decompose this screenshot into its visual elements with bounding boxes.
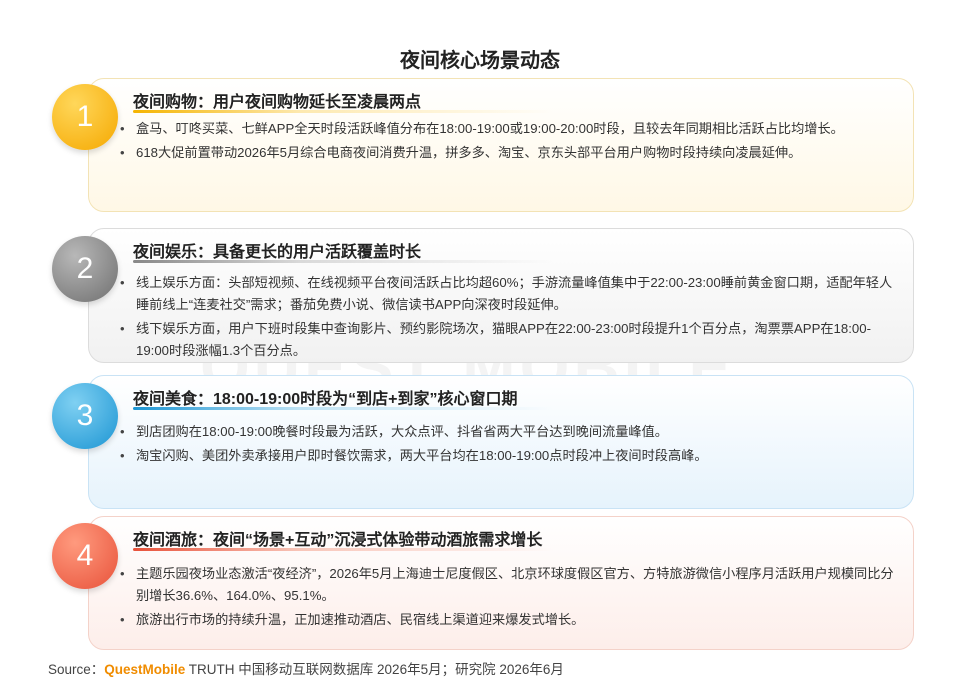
bullet-icon: • xyxy=(120,612,125,627)
card-title-night-food: 夜间美食：18:00-19:00时段为“到店+到家”核心窗口期 xyxy=(133,391,518,408)
source-label: Source： xyxy=(48,662,105,677)
bullet-text: 盒马、叮咚买菜、七鲜APP全天时段活跃峰值分布在18:00-19:00或19:0… xyxy=(136,121,844,136)
bullet-text: 主题乐园夜场业态激活“夜经济”，2026年5月上海迪士尼度假区、北京环球度假区官… xyxy=(136,566,894,603)
title-underline xyxy=(133,260,553,263)
bullet-text: 旅游出行市场的持续升温，正加速推动酒店、民宿线上渠道迎来爆发式增长。 xyxy=(136,612,585,627)
title-underline xyxy=(133,548,553,551)
bullet-list-night-entertainment: • 线上娱乐方面：头部短视频、在线视频平台夜间活跃占比均超60%；手游流量峰值集中… xyxy=(118,272,898,364)
bullet-text: 线下娱乐方面，用户下班时段集中查询影片、预约影院场次，猫眼APP在22:00-2… xyxy=(136,321,871,358)
number-badge-1: 1 xyxy=(52,84,118,150)
bullet-list-night-shopping: • 盒马、叮咚买菜、七鲜APP全天时段活跃峰值分布在18:00-19:00或19:… xyxy=(118,118,898,166)
title-underline xyxy=(133,407,553,410)
bullet-icon: • xyxy=(120,121,125,136)
list-item: • 线下娱乐方面，用户下班时段集中查询影片、预约影院场次，猫眼APP在22:00-… xyxy=(118,318,898,362)
list-item: • 线上娱乐方面：头部短视频、在线视频平台夜间活跃占比均超60%；手游流量峰值集中… xyxy=(118,272,898,316)
bullet-text: 到店团购在18:00-19:00晚餐时段最为活跃，大众点评、抖省省两大平台达到晚… xyxy=(136,424,668,439)
page-title: 夜间核心场景动态 xyxy=(400,50,560,72)
card-title-night-shopping: 夜间购物：用户夜间购物延长至凌晨两点 xyxy=(133,94,422,111)
list-item: • 主题乐园夜场业态激活“夜经济”，2026年5月上海迪士尼度假区、北京环球度假区… xyxy=(118,563,898,607)
list-item: • 淘宝闪购、美团外卖承接用户即时餐饮需求，两大平台均在18:00-19:00点时… xyxy=(118,445,898,467)
title-underline xyxy=(133,110,553,113)
card-title-night-travel: 夜间酒旅：夜间“场景+互动”沉浸式体验带动酒旅需求增长 xyxy=(133,532,543,549)
bullet-list-night-food: • 到店团购在18:00-19:00晚餐时段最为活跃，大众点评、抖省省两大平台达到… xyxy=(118,421,898,469)
list-item: • 到店团购在18:00-19:00晚餐时段最为活跃，大众点评、抖省省两大平台达到… xyxy=(118,421,898,443)
source-line: Source：QuestMobile TRUTH 中国移动互联网数据库 2026… xyxy=(48,658,564,678)
bullet-icon: • xyxy=(120,145,125,160)
source-text: TRUTH 中国移动互联网数据库 2026年5月；研究院 2026年6月 xyxy=(185,662,564,677)
bullet-text: 618大促前置带动2026年5月综合电商夜间消费升温，拼多多、淘宝、京东头部平台… xyxy=(136,145,802,160)
bullet-icon: • xyxy=(120,448,125,463)
bullet-icon: • xyxy=(120,321,125,336)
number-badge-3: 3 xyxy=(52,383,118,449)
card-title-night-entertainment: 夜间娱乐：具备更长的用户活跃覆盖时长 xyxy=(133,244,422,261)
bullet-text: 线上娱乐方面：头部短视频、在线视频平台夜间活跃占比均超60%；手游流量峰值集中于… xyxy=(136,275,893,312)
number-badge-4: 4 xyxy=(52,523,118,589)
list-item: • 618大促前置带动2026年5月综合电商夜间消费升温，拼多多、淘宝、京东头部平… xyxy=(118,142,898,164)
bullet-icon: • xyxy=(120,424,125,439)
bullet-list-night-travel: • 主题乐园夜场业态激活“夜经济”，2026年5月上海迪士尼度假区、北京环球度假区… xyxy=(118,563,898,633)
list-item: • 旅游出行市场的持续升温，正加速推动酒店、民宿线上渠道迎来爆发式增长。 xyxy=(118,609,898,631)
number-badge-2: 2 xyxy=(52,236,118,302)
bullet-icon: • xyxy=(120,566,125,581)
list-item: • 盒马、叮咚买菜、七鲜APP全天时段活跃峰值分布在18:00-19:00或19:… xyxy=(118,118,898,140)
bullet-icon: • xyxy=(120,275,125,290)
brand-name: QuestMobile xyxy=(104,662,186,677)
bullet-text: 淘宝闪购、美团外卖承接用户即时餐饮需求，两大平台均在18:00-19:00点时段… xyxy=(136,448,708,463)
